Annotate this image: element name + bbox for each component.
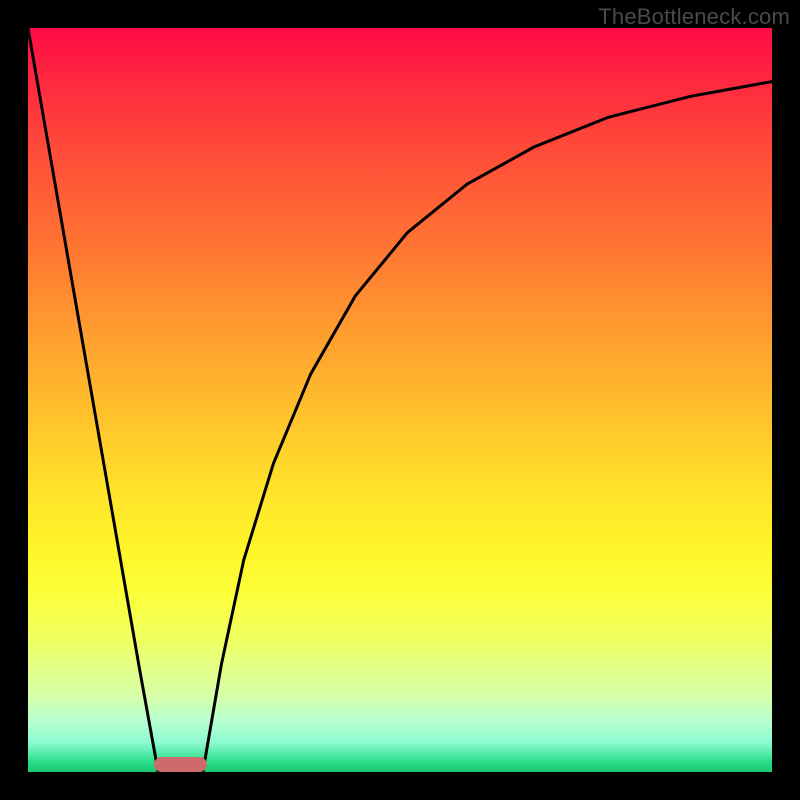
- curve-left-approach: [28, 28, 158, 772]
- frame-border-right: [772, 0, 800, 800]
- curve-right: [203, 82, 772, 772]
- curve-layer: [28, 28, 772, 772]
- attribution-text: TheBottleneck.com: [598, 4, 790, 30]
- frame-border-bottom: [0, 772, 800, 800]
- frame-border-left: [0, 0, 28, 800]
- chart-frame: TheBottleneck.com: [0, 0, 800, 800]
- minimum-marker: [154, 757, 206, 772]
